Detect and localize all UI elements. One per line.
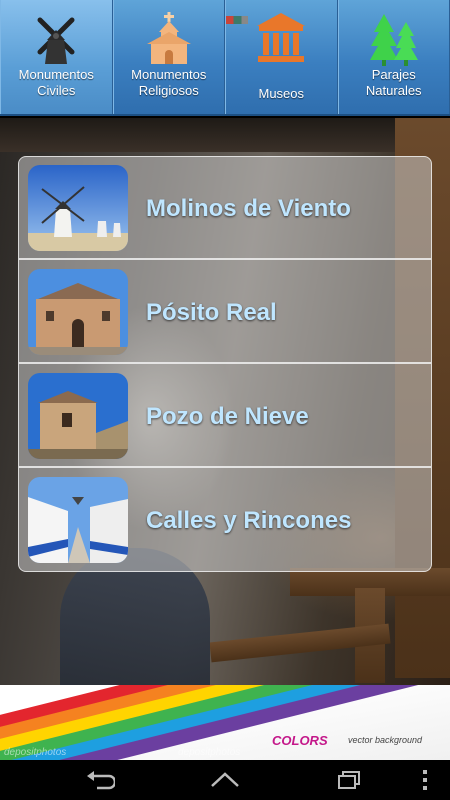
calles-thumbnail [28, 477, 128, 563]
menu-button[interactable] [395, 760, 450, 800]
home-icon [211, 772, 239, 787]
list-item[interactable]: Molinos de Viento [19, 157, 431, 260]
windmills-thumbnail [28, 165, 128, 251]
ad-brand: COLORS [272, 733, 328, 748]
tab-monumentos-civiles[interactable]: Monumentos Civiles [0, 0, 113, 114]
ad-subtitle: vector background [348, 735, 423, 745]
list-item-title: Pozo de Nieve [146, 403, 309, 430]
posito-real-thumbnail [28, 269, 128, 355]
pozo-de-nieve-thumbnail [28, 373, 128, 459]
tab-label: Monumentos Civiles [18, 67, 94, 98]
list-item[interactable]: Pozo de Nieve [19, 365, 431, 468]
indicator-bar [226, 16, 248, 24]
list-item-title: Pósito Real [146, 299, 277, 326]
ad-banner[interactable]: COLORS vector background depositphotos d… [0, 685, 450, 760]
tab-label: Museos [258, 86, 305, 101]
recents-button[interactable] [320, 760, 380, 800]
tab-label: Parajes Naturales [365, 67, 422, 98]
list-item[interactable]: Pósito Real [19, 261, 431, 364]
museum-icon [257, 13, 306, 62]
windmill-icon [37, 17, 75, 64]
tab-parajes-naturales[interactable]: Parajes Naturales [337, 0, 450, 114]
back-button[interactable] [70, 760, 130, 800]
list-item-title: Molinos de Viento [146, 195, 351, 222]
tab-museos[interactable]: Museos [225, 0, 338, 114]
recents-icon [338, 771, 360, 789]
list-item-title: Calles y Rincones [146, 507, 352, 534]
trees-icon [369, 14, 418, 66]
menu-icon [423, 770, 427, 790]
back-icon [87, 771, 115, 790]
chapel-icon [146, 12, 191, 64]
list-item[interactable]: Calles y Rincones [19, 469, 431, 571]
home-button[interactable] [195, 760, 255, 800]
ad-watermark: depositphotos [178, 747, 241, 758]
ad-watermark: depositphotos [4, 747, 67, 758]
tab-monumentos-religiosos[interactable]: Monumentos Religiosos [112, 0, 225, 114]
system-nav-bar [0, 760, 450, 800]
monuments-list: Molinos de Viento Pósito Real Pozo de Ni… [18, 156, 432, 572]
category-tab-bar: Monumentos Civiles Monumentos Religiosos M [0, 0, 450, 116]
tab-label: Monumentos Religiosos [131, 67, 207, 98]
